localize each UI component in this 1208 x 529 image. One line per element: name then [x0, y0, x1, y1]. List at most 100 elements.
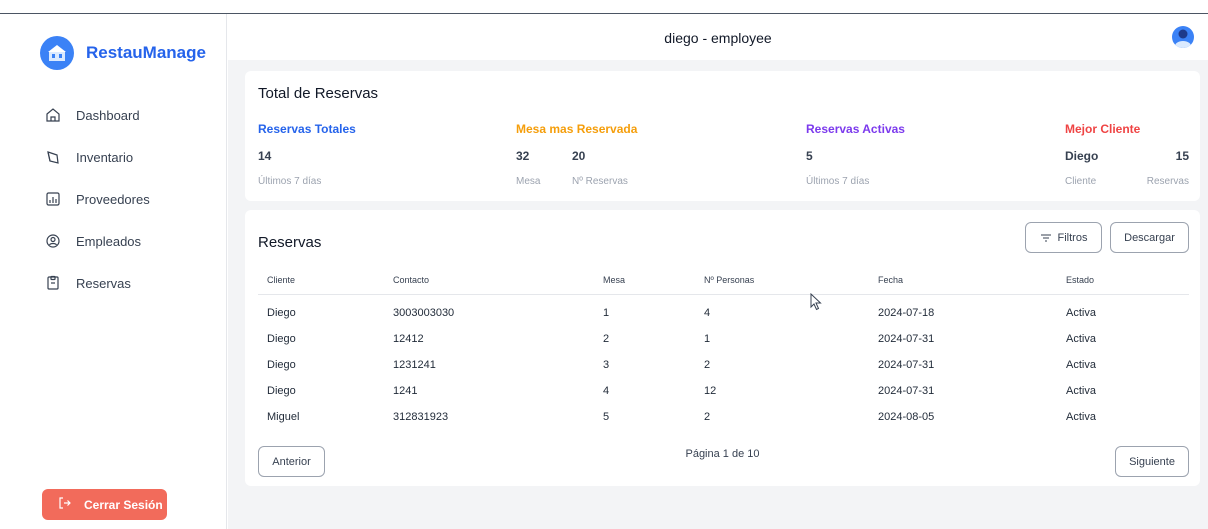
brand[interactable]: RestauManage	[40, 36, 206, 70]
table-header-row: Cliente Contacto Mesa Nº Personas Fecha …	[258, 267, 1189, 295]
chart-icon	[44, 190, 62, 208]
stat-total-sub: Últimos 7 días	[258, 176, 322, 187]
cell-fecha: 2024-07-31	[878, 359, 935, 371]
cell-mesa: 3	[603, 359, 610, 371]
sidebar-item-label: Proveedores	[76, 191, 150, 207]
sidebar-item-inventario[interactable]: Inventario	[44, 136, 150, 178]
sidebar-item-label: Empleados	[76, 233, 142, 249]
cell-fecha: 2024-07-31	[878, 333, 935, 345]
mouse-cursor-icon	[810, 292, 822, 316]
cell-fecha: 2024-07-31	[878, 385, 935, 397]
cell-contacto: 1231241	[393, 359, 436, 371]
col-cliente: Cliente	[258, 267, 384, 295]
avatar[interactable]	[1172, 26, 1194, 48]
cell-contacto: 3003003030	[393, 307, 455, 320]
user-icon	[44, 232, 62, 250]
cell-cliente: Diego	[267, 359, 296, 371]
col-estado: Estado	[1057, 267, 1189, 295]
sidebar-item-proveedores[interactable]: Proveedores	[44, 178, 150, 220]
reservas-table: Cliente Contacto Mesa Nº Personas Fecha …	[258, 267, 1189, 430]
stat-mesa: Mesa mas Reservada 32 20 Mesa Nº Reserva…	[516, 122, 638, 187]
clipboard-icon	[44, 274, 62, 292]
main-area: diego - employee Total de Reservas Reser…	[228, 14, 1208, 529]
previous-page-button[interactable]: Anterior	[258, 446, 325, 477]
table-row[interactable]: Diego 3003003030 1 4 2024-07-18 Activa	[258, 294, 1189, 326]
sidebar-item-label: Reservas	[76, 275, 131, 291]
sidebar-item-reservas[interactable]: Reservas	[44, 262, 150, 304]
stat-cliente-name-sub: Cliente	[1065, 176, 1097, 187]
sidebar-item-label: Inventario	[76, 149, 134, 165]
cell-estado: Activa	[1066, 359, 1096, 371]
top-header: diego - employee	[228, 14, 1208, 60]
stat-activas: Reservas Activas 5 Últimos 7 días	[806, 122, 905, 187]
col-fecha: Fecha	[869, 267, 1057, 295]
table-row[interactable]: Diego 12412 2 1 2024-07-31 Activa	[258, 326, 1189, 352]
sidebar-nav: Dashboard Inventario Proveedores Emplead…	[44, 94, 150, 304]
home-icon	[44, 106, 62, 124]
stat-mesa-reservas-sub: Nº Reservas	[572, 176, 628, 187]
brand-name: RestauManage	[86, 43, 206, 62]
stat-cliente: Mejor Cliente Diego 15 Cliente Reservas	[1065, 122, 1189, 187]
cell-personas: 1	[704, 333, 711, 345]
reservas-card: Reservas Filtros Descargar Cliente Conta…	[245, 210, 1200, 486]
stat-total-value: 14	[258, 149, 272, 163]
cell-cliente: Diego	[267, 333, 296, 345]
cell-estado: Activa	[1066, 333, 1096, 345]
stat-mesa-value: 32	[516, 149, 530, 163]
summary-card: Total de Reservas Reservas Totales 14 Úl…	[245, 71, 1200, 201]
cell-estado: Activa	[1066, 385, 1096, 397]
cell-fecha: 2024-08-05	[878, 411, 935, 423]
stat-total-label: Reservas Totales	[258, 122, 356, 136]
cell-fecha: 2024-07-18	[878, 307, 935, 320]
cell-personas: 12	[704, 385, 717, 397]
cell-mesa: 4	[603, 385, 610, 397]
cell-personas: 2	[704, 359, 711, 371]
stat-cliente-count: 15	[1175, 149, 1189, 163]
logout-button[interactable]: Cerrar Sesión	[42, 489, 167, 520]
filters-button[interactable]: Filtros	[1025, 222, 1102, 253]
sidebar-item-dashboard[interactable]: Dashboard	[44, 94, 150, 136]
filter-lines-icon	[1040, 233, 1052, 243]
stat-total: Reservas Totales 14 Últimos 7 días	[258, 122, 356, 187]
summary-title: Total de Reservas	[258, 85, 379, 102]
next-page-button[interactable]: Siguiente	[1115, 446, 1189, 477]
page-title: diego - employee	[664, 30, 772, 46]
table-row[interactable]: Diego 1231241 3 2 2024-07-31 Activa	[258, 352, 1189, 378]
col-personas: Nº Personas	[695, 267, 869, 295]
stat-cliente-label: Mejor Cliente	[1065, 122, 1141, 136]
download-button[interactable]: Descargar	[1110, 222, 1189, 253]
cell-personas: 4	[704, 307, 711, 320]
cell-estado: Activa	[1066, 307, 1096, 320]
col-contacto: Contacto	[384, 267, 594, 295]
col-mesa: Mesa	[594, 267, 695, 295]
cell-mesa: 1	[603, 307, 610, 320]
cell-contacto: 1241	[393, 385, 418, 397]
logout-icon	[58, 496, 72, 513]
cell-personas: 2	[704, 411, 711, 423]
sidebar: RestauManage Dashboard Inventario Provee…	[0, 14, 227, 529]
cell-cliente: Diego	[267, 307, 296, 320]
cell-mesa: 5	[603, 411, 610, 423]
table-row[interactable]: Diego 1241 4 12 2024-07-31 Activa	[258, 378, 1189, 404]
cell-contacto: 312831923	[393, 411, 449, 423]
stat-cliente-count-sub: Reservas	[1146, 176, 1189, 187]
cell-estado: Activa	[1066, 411, 1096, 423]
restaurant-logo-icon	[40, 36, 74, 70]
cell-cliente: Diego	[267, 385, 296, 397]
stat-activas-sub: Últimos 7 días	[806, 176, 870, 187]
pagination-info: Página 1 de 10	[685, 448, 760, 460]
stat-activas-value: 5	[806, 149, 813, 163]
box-icon	[44, 148, 62, 166]
stat-activas-label: Reservas Activas	[806, 122, 905, 136]
sidebar-item-label: Dashboard	[76, 107, 140, 123]
cell-mesa: 2	[603, 333, 610, 345]
stat-mesa-reservas-value: 20	[572, 149, 586, 163]
table-row[interactable]: Miguel 312831923 5 2 2024-08-05 Activa	[258, 404, 1189, 430]
cell-cliente: Miguel	[267, 411, 300, 423]
stat-mesa-sub: Mesa	[516, 176, 541, 187]
stat-mesa-label: Mesa mas Reservada	[516, 122, 638, 136]
filters-label: Filtros	[1057, 231, 1088, 244]
stat-cliente-name: Diego	[1065, 149, 1099, 163]
sidebar-item-empleados[interactable]: Empleados	[44, 220, 150, 262]
reservas-title: Reservas	[258, 234, 322, 251]
